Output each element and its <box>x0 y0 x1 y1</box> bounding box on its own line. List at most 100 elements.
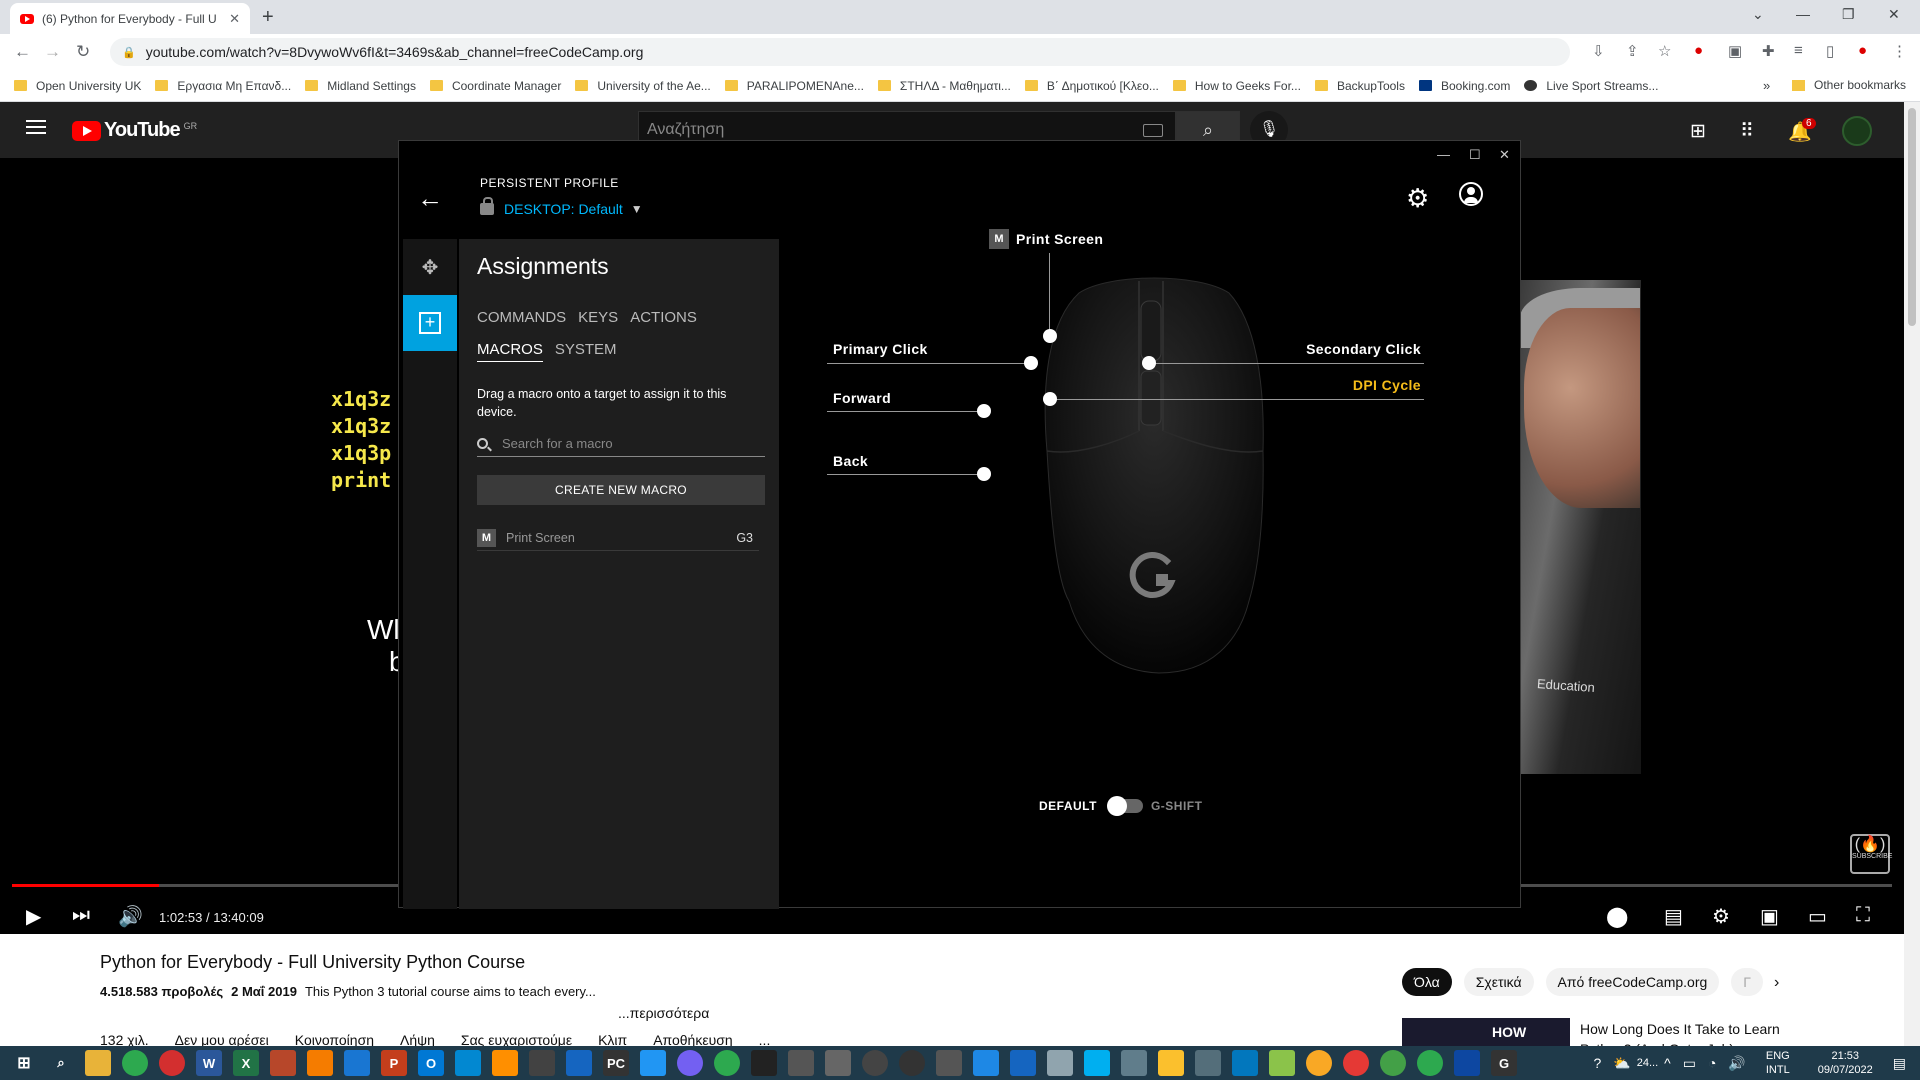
freecodecamp-subscribe-watermark[interactable]: (🔥) SUBSCRIBE <box>1850 834 1892 874</box>
assignment-label-primary[interactable]: Primary Click <box>833 341 928 357</box>
assignment-label-dpi[interactable]: DPI Cycle <box>1299 377 1421 393</box>
bookmark-item[interactable]: Coordinate Manager <box>429 79 561 93</box>
app-icon[interactable] <box>973 1050 999 1076</box>
side-panel-icon[interactable]: ▯ <box>1826 42 1834 60</box>
app-icon[interactable] <box>1232 1050 1258 1076</box>
chevron-down-icon[interactable]: ⌄ <box>1752 6 1764 23</box>
bookmark-item[interactable]: Midland Settings <box>305 79 416 93</box>
chip-partial[interactable]: Γ <box>1731 968 1763 996</box>
settings-gear-icon[interactable]: ⚙ <box>1712 904 1730 929</box>
button-dot-secondary[interactable] <box>1142 356 1156 370</box>
app-icon[interactable] <box>1121 1050 1147 1076</box>
minimize-button[interactable]: — <box>1437 147 1450 162</box>
autoplay-toggle-icon[interactable]: ⬤ <box>1606 904 1628 929</box>
button-dot-top[interactable] <box>1043 329 1057 343</box>
excel-icon[interactable]: X <box>233 1050 259 1076</box>
search-icon[interactable]: ⌕ <box>48 1050 74 1076</box>
bookmark-item[interactable]: Εργασια Μη Επανδ... <box>155 79 291 93</box>
assignment-label-back[interactable]: Back <box>833 453 868 469</box>
create-new-macro-button[interactable]: CREATE NEW MACRO <box>477 475 765 505</box>
bookmark-item[interactable]: Live Sport Streams... <box>1524 79 1658 93</box>
app-icon[interactable] <box>1454 1050 1480 1076</box>
app-icon[interactable] <box>788 1050 814 1076</box>
bookmark-star-icon[interactable]: ☆ <box>1658 42 1671 60</box>
assignment-label-top[interactable]: Print Screen <box>1016 231 1103 247</box>
app-icon[interactable] <box>899 1050 925 1076</box>
app-icon[interactable] <box>1195 1050 1221 1076</box>
profile-selector[interactable]: DESKTOP: Default ▼ <box>480 197 643 217</box>
menu-kebab-icon[interactable]: ⋮ <box>1892 42 1907 60</box>
play-icon[interactable]: ▶ <box>26 904 41 929</box>
share-icon[interactable]: ⇪ <box>1626 42 1639 60</box>
chrome-icon[interactable] <box>1417 1050 1443 1076</box>
keyboard-icon[interactable] <box>1143 124 1163 137</box>
reading-list-icon[interactable]: ≡ <box>1794 42 1803 59</box>
extension-icon[interactable]: ● <box>1694 42 1703 59</box>
language-indicator[interactable]: ENG INTL <box>1766 1049 1790 1077</box>
volume-icon[interactable]: 🔊 <box>1728 1055 1745 1072</box>
macro-list-item[interactable]: M Print Screen G3 <box>477 525 759 551</box>
close-icon[interactable]: ✕ <box>229 11 240 27</box>
new-tab-button[interactable]: + <box>262 6 274 29</box>
address-bar[interactable]: 🔒 youtube.com/watch?v=8DvywoWv6fI&t=3469… <box>110 38 1570 66</box>
bookmark-item[interactable]: Β΄ Δημοτικού [Κλεο... <box>1024 79 1159 93</box>
app-icon[interactable] <box>1158 1050 1184 1076</box>
file-explorer-icon[interactable] <box>85 1050 111 1076</box>
avatar[interactable] <box>1842 116 1872 146</box>
help-icon[interactable]: ? <box>1594 1055 1602 1071</box>
subtitles-icon[interactable]: ▤ <box>1664 904 1683 929</box>
app-icon[interactable] <box>1047 1050 1073 1076</box>
forward-icon[interactable]: → <box>44 42 61 62</box>
bookmark-item[interactable]: PARALIPOMENAne... <box>724 79 864 93</box>
tab-system[interactable]: SYSTEM <box>555 341 617 362</box>
fullscreen-icon[interactable]: ⛶ <box>1856 904 1870 927</box>
bookmark-item[interactable]: ΣΤΗΛΔ - Μαθηματι... <box>877 79 1011 93</box>
app-icon[interactable] <box>529 1050 555 1076</box>
miniplayer-icon[interactable]: ▣ <box>1760 904 1779 929</box>
button-dot-primary[interactable] <box>1024 356 1038 370</box>
profile-avatar-icon[interactable]: ● <box>1858 42 1867 59</box>
bookmark-item[interactable]: University of the Ae... <box>575 79 711 93</box>
app-icon[interactable] <box>344 1050 370 1076</box>
pycharm-icon[interactable]: PC <box>603 1050 629 1076</box>
bookmarks-overflow-button[interactable]: » <box>1763 78 1770 93</box>
restore-button[interactable]: ❐ <box>1842 6 1855 23</box>
tab-keys[interactable]: KEYS <box>578 309 618 329</box>
app-icon[interactable] <box>825 1050 851 1076</box>
bookmark-item[interactable]: Booking.com <box>1418 79 1510 93</box>
app-icon[interactable] <box>936 1050 962 1076</box>
chrome-icon[interactable] <box>122 1050 148 1076</box>
app-icon[interactable] <box>1380 1050 1406 1076</box>
windows-start-icon[interactable]: ⊞ <box>11 1050 37 1076</box>
button-dot-forward[interactable] <box>977 404 991 418</box>
app-icon[interactable] <box>1306 1050 1332 1076</box>
apps-grid-icon[interactable]: ⠿ <box>1740 120 1754 143</box>
opera-icon[interactable] <box>159 1050 185 1076</box>
install-icon[interactable]: ⇩ <box>1592 42 1605 60</box>
weather-icon[interactable]: ⛅ <box>1613 1055 1630 1072</box>
app-icon[interactable] <box>1269 1050 1295 1076</box>
notification-center-icon[interactable]: ▤ <box>1893 1055 1906 1072</box>
macro-search-input[interactable]: Search for a macro <box>477 431 765 457</box>
bookmark-item[interactable]: Open University UK <box>14 79 141 93</box>
move-sensitivity-icon[interactable]: ✥ <box>403 239 457 295</box>
assignments-icon[interactable]: + <box>403 295 457 351</box>
app-icon[interactable] <box>1343 1050 1369 1076</box>
extension-icon[interactable]: ▣ <box>1728 42 1742 60</box>
maximize-button[interactable]: ☐ <box>1469 147 1481 163</box>
minimize-button[interactable]: — <box>1796 6 1810 22</box>
tab-macros[interactable]: MACROS <box>477 341 543 362</box>
wifi-icon[interactable]: ◔ <box>1708 1055 1716 1071</box>
reload-icon[interactable]: ↻ <box>76 42 90 62</box>
tab-actions[interactable]: ACTIONS <box>630 309 697 329</box>
scrollbar-thumb[interactable] <box>1908 108 1916 326</box>
chip-all[interactable]: Όλα <box>1402 968 1452 996</box>
tab-commands[interactable]: COMMANDS <box>477 309 566 329</box>
show-more-link[interactable]: ...περισσότερα <box>618 1005 709 1021</box>
assignment-label-secondary[interactable]: Secondary Click <box>1279 341 1421 357</box>
hamburger-menu-icon[interactable] <box>26 120 46 134</box>
chevron-right-icon[interactable]: › <box>1774 974 1779 992</box>
app-icon[interactable] <box>270 1050 296 1076</box>
app-icon[interactable] <box>455 1050 481 1076</box>
settings-gear-icon[interactable]: ⚙ <box>1406 183 1429 214</box>
